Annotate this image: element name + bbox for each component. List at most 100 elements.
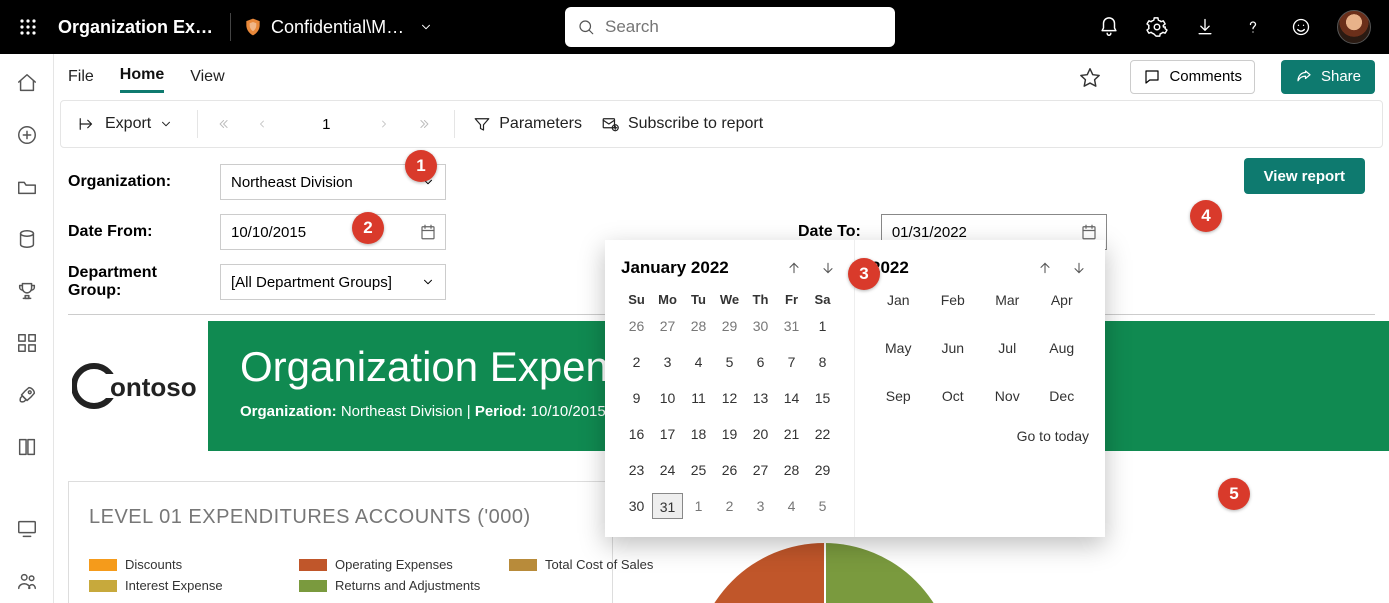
nav-data-hub[interactable] (16, 228, 38, 250)
datepicker-month-cell[interactable]: Apr (1035, 292, 1090, 308)
datepicker-day[interactable]: 27 (745, 457, 776, 483)
datepicker-day[interactable]: 28 (776, 457, 807, 483)
search-input[interactable] (605, 17, 883, 37)
datepicker-day[interactable]: 27 (652, 313, 683, 339)
datepicker-day[interactable]: 15 (807, 385, 838, 411)
breadcrumb[interactable]: Organization Expe... (58, 17, 218, 38)
datepicker-day[interactable]: 25 (683, 457, 714, 483)
chart-legend: Discounts Operating Expenses Total Cost … (89, 557, 592, 593)
datepicker-day[interactable]: 2 (714, 493, 745, 519)
smiley-icon (1291, 17, 1311, 37)
app-launcher-button[interactable] (10, 9, 46, 45)
search-box[interactable] (565, 7, 895, 47)
datepicker-day[interactable]: 5 (714, 349, 745, 375)
datepicker-day[interactable]: 10 (652, 385, 683, 411)
datepicker-day[interactable]: 31 (652, 493, 683, 519)
datepicker-day[interactable]: 17 (652, 421, 683, 447)
favorite-button[interactable] (1076, 63, 1104, 91)
datepicker-day[interactable]: 31 (776, 313, 807, 339)
nav-learn[interactable] (16, 436, 38, 458)
datepicker-day[interactable]: 21 (776, 421, 807, 447)
datepicker-month-cell[interactable]: May (871, 340, 926, 356)
datepicker-day[interactable]: 3 (652, 349, 683, 375)
datepicker-next-year[interactable] (1069, 258, 1089, 278)
datepicker-day[interactable]: 12 (714, 385, 745, 411)
subscribe-button[interactable]: Subscribe to report (600, 115, 763, 133)
datepicker-day[interactable]: 11 (683, 385, 714, 411)
param-datefrom-input[interactable]: 10/10/2015 (220, 214, 446, 250)
nav-metrics[interactable] (16, 280, 38, 302)
help-button[interactable] (1241, 15, 1265, 39)
nav-deployment[interactable] (16, 384, 38, 406)
page-prev[interactable] (256, 118, 274, 130)
datepicker-month-cell[interactable]: Jul (980, 340, 1035, 356)
nav-home[interactable] (16, 72, 38, 94)
datepicker-day[interactable]: 28 (683, 313, 714, 339)
datepicker-day[interactable]: 8 (807, 349, 838, 375)
datepicker-day[interactable]: 13 (745, 385, 776, 411)
datepicker-month-cell[interactable]: Oct (926, 388, 981, 404)
menu-home[interactable]: Home (120, 60, 164, 93)
datepicker-day[interactable]: 26 (621, 313, 652, 339)
page-last[interactable] (418, 117, 436, 131)
settings-button[interactable] (1145, 15, 1169, 39)
page-next[interactable] (378, 118, 396, 130)
datepicker-day[interactable]: 29 (714, 313, 745, 339)
nav-my-workspace[interactable] (16, 570, 38, 592)
datepicker-day[interactable]: 26 (714, 457, 745, 483)
export-button[interactable]: Export (71, 111, 179, 137)
datepicker-day[interactable]: 29 (807, 457, 838, 483)
datepicker-day[interactable]: 3 (745, 493, 776, 519)
datepicker-day[interactable]: 2 (621, 349, 652, 375)
datepicker-day[interactable]: 22 (807, 421, 838, 447)
nav-workspaces[interactable] (16, 518, 38, 540)
datepicker-day[interactable]: 30 (745, 313, 776, 339)
datepicker-day[interactable]: 14 (776, 385, 807, 411)
datepicker-month-cell[interactable]: Mar (980, 292, 1035, 308)
datepicker-go-today[interactable]: Go to today (871, 428, 1089, 444)
feedback-button[interactable] (1289, 15, 1313, 39)
nav-browse[interactable] (16, 176, 38, 198)
datepicker-day[interactable]: 16 (621, 421, 652, 447)
datepicker-month-cell[interactable]: Dec (1035, 388, 1090, 404)
datepicker-day[interactable]: 24 (652, 457, 683, 483)
datepicker-next-month[interactable] (818, 258, 838, 278)
notifications-button[interactable] (1097, 15, 1121, 39)
page-first[interactable] (216, 117, 234, 131)
datepicker-month-cell[interactable]: Jun (926, 340, 981, 356)
datepicker-day[interactable]: 30 (621, 493, 652, 519)
datepicker-month-cell[interactable]: Jan (871, 292, 926, 308)
account-avatar[interactable] (1337, 10, 1371, 44)
menu-view[interactable]: View (190, 62, 224, 92)
datepicker-day[interactable]: 1 (807, 313, 838, 339)
datepicker-prev-year[interactable] (1035, 258, 1055, 278)
param-dept-dropdown[interactable]: [All Department Groups] (220, 264, 446, 300)
datepicker-month-cell[interactable]: Feb (926, 292, 981, 308)
datepicker-day[interactable]: 19 (714, 421, 745, 447)
view-report-button[interactable]: View report (1244, 158, 1365, 194)
nav-apps[interactable] (16, 332, 38, 354)
downloads-button[interactable] (1193, 15, 1217, 39)
datepicker-month-title[interactable]: January 2022 (621, 258, 729, 278)
datepicker-day[interactable]: 1 (683, 493, 714, 519)
datepicker-month-cell[interactable]: Sep (871, 388, 926, 404)
datepicker-day[interactable]: 23 (621, 457, 652, 483)
datepicker-month-cell[interactable]: Aug (1035, 340, 1090, 356)
parameters-button[interactable]: Parameters (473, 115, 582, 133)
share-button[interactable]: Share (1281, 60, 1375, 94)
datepicker-day[interactable]: 7 (776, 349, 807, 375)
datepicker-month-cell[interactable]: Nov (980, 388, 1035, 404)
datepicker-prev-month[interactable] (784, 258, 804, 278)
nav-create[interactable] (16, 124, 38, 146)
sensitivity-label-button[interactable]: Confidential\Micro... (243, 17, 433, 38)
datepicker-day[interactable]: 4 (683, 349, 714, 375)
datepicker-day[interactable]: 18 (683, 421, 714, 447)
datepicker-day[interactable]: 20 (745, 421, 776, 447)
comments-button[interactable]: Comments (1130, 60, 1255, 94)
datepicker-day[interactable]: 9 (621, 385, 652, 411)
datepicker-day[interactable]: 5 (807, 493, 838, 519)
page-number-input[interactable] (296, 110, 356, 138)
datepicker-day[interactable]: 6 (745, 349, 776, 375)
datepicker-day[interactable]: 4 (776, 493, 807, 519)
menu-file[interactable]: File (68, 62, 94, 92)
